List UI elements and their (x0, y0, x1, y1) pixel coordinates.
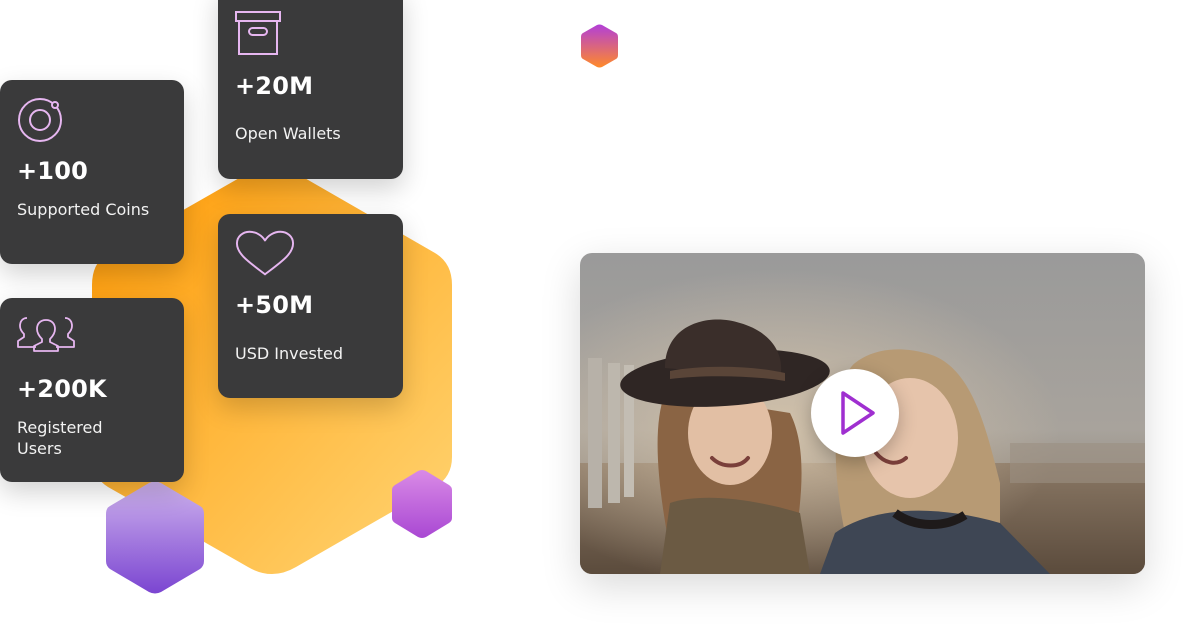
stat-card-supported-coins: +100 Supported Coins (0, 80, 184, 264)
heart-icon (235, 230, 295, 276)
magenta-hexagon-decoration (392, 470, 452, 538)
play-button[interactable] (811, 369, 899, 457)
page: +100 Supported Coins +20M Open Wallets +… (0, 0, 1200, 626)
stat-card-open-wallets: +20M Open Wallets (218, 0, 403, 179)
stat-value: +200K (17, 375, 107, 403)
wallet-box-icon (235, 11, 281, 55)
purple-hexagon-decoration (106, 481, 204, 594)
stat-label: USD Invested (235, 344, 344, 363)
stat-label: Supported Coins (17, 200, 150, 219)
gradient-hexagon-decoration (581, 24, 618, 68)
stat-card-registered-users: +200K Registered Users (0, 298, 184, 482)
stat-value: +50M (235, 291, 314, 319)
stat-value: +100 (17, 157, 89, 185)
stat-card-usd-invested: +50M USD Invested (218, 214, 403, 398)
stat-label: Registered Users (17, 418, 103, 458)
play-icon (841, 391, 875, 435)
stat-value: +20M (235, 72, 314, 100)
coin-icon (18, 98, 62, 142)
video-thumbnail[interactable] (580, 253, 1145, 574)
users-group-icon (17, 317, 75, 352)
stat-label: Open Wallets (235, 124, 341, 143)
